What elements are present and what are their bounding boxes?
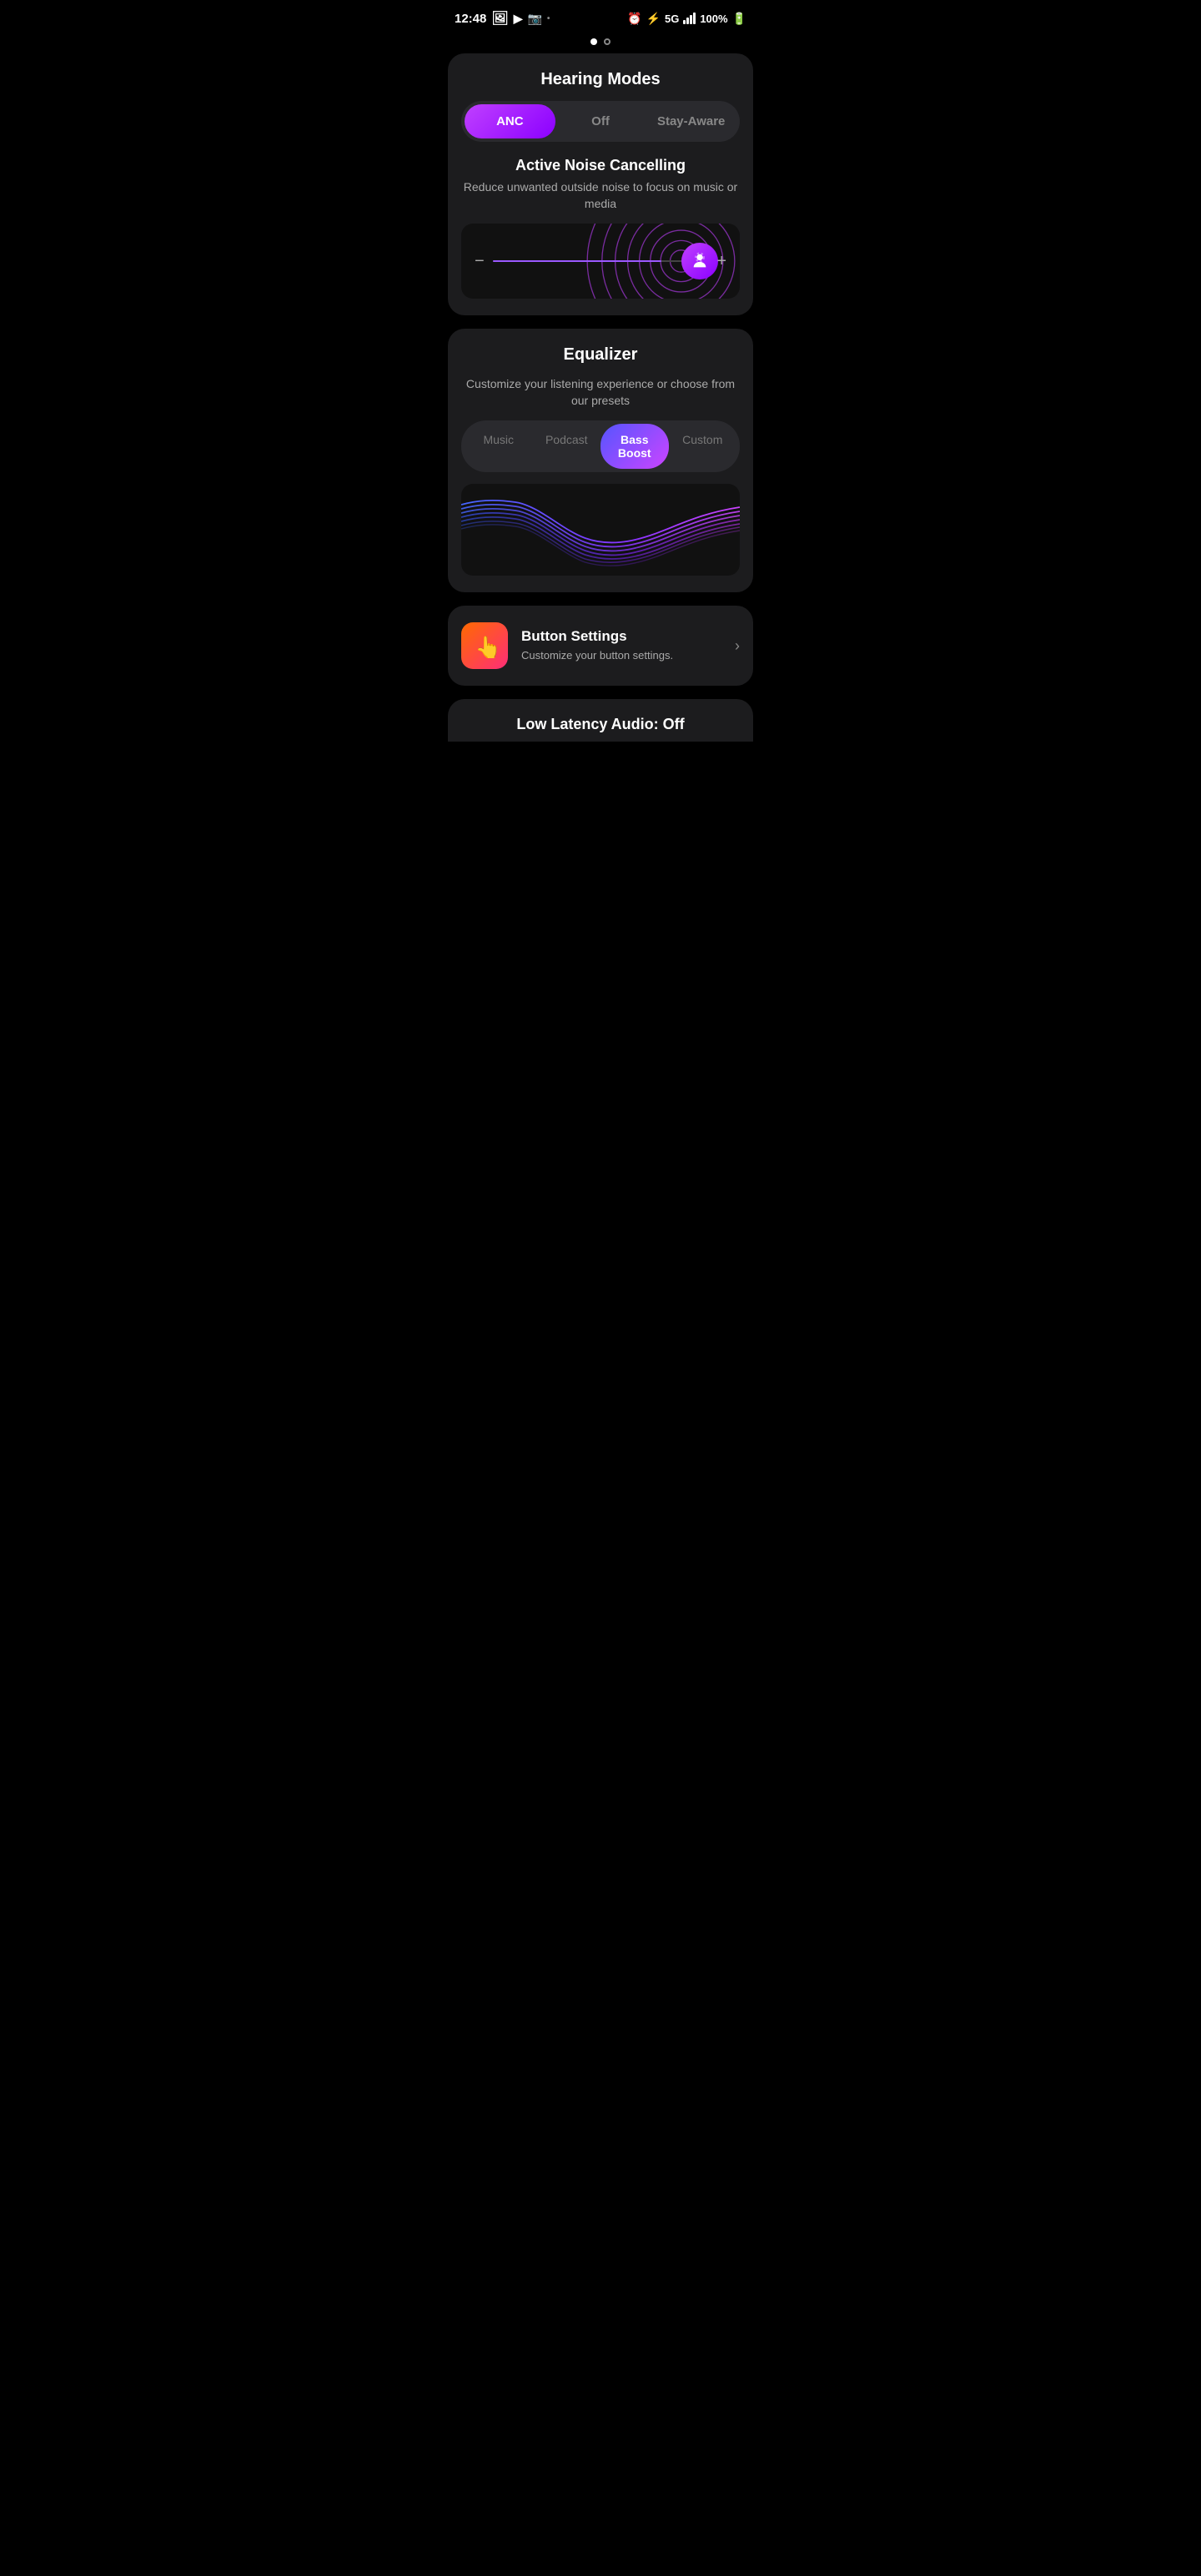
hearing-toggle: ANC Off Stay-Aware — [461, 101, 740, 142]
status-bar: 12:48 🖼 ▶ 📷 • ⏰ ⚡ 5G 100% 🔋 — [438, 0, 763, 33]
low-latency-card: Low Latency Audio: Off — [448, 699, 753, 742]
eq-waveform — [461, 484, 740, 576]
eq-visualizer — [461, 484, 740, 576]
status-right: ⏰ ⚡ 5G 100% 🔋 — [627, 12, 746, 26]
hearing-modes-card: Hearing Modes ANC Off Stay-Aware Active … — [448, 53, 753, 315]
battery-percent: 100% — [700, 13, 727, 25]
anc-plus[interactable]: + — [716, 252, 726, 271]
person-icon — [691, 252, 709, 270]
anc-option[interactable]: ANC — [465, 104, 555, 138]
button-settings-card[interactable]: 👆 Button Settings Customize your button … — [448, 606, 753, 686]
stay-aware-option[interactable]: Stay-Aware — [646, 104, 736, 138]
eq-tab-podcast[interactable]: Podcast — [533, 424, 601, 469]
equalizer-subtitle: Customize your listening experience or c… — [461, 376, 740, 409]
svg-text:👆: 👆 — [475, 635, 497, 658]
chevron-right-icon: › — [735, 637, 740, 655]
bluetooth-icon: ⚡ — [646, 12, 661, 26]
anc-track-fill — [493, 260, 661, 262]
hearing-modes-title: Hearing Modes — [461, 70, 740, 89]
status-left: 12:48 🖼 ▶ 📷 • — [455, 10, 550, 27]
anc-slider-container: − + — [461, 224, 740, 299]
dot-icon: • — [547, 14, 550, 23]
button-settings-icon: 👆 — [461, 622, 508, 669]
time: 12:48 — [455, 12, 486, 26]
anc-minus[interactable]: − — [475, 252, 485, 271]
eq-tab-bass-boost[interactable]: Bass Boost — [600, 424, 669, 469]
eq-tabs: Music Podcast Bass Boost Custom — [461, 420, 740, 472]
button-settings-text: Button Settings Customize your button se… — [521, 628, 721, 663]
hand-icon: 👆 — [472, 633, 497, 658]
page-dot-1[interactable] — [590, 38, 597, 45]
equalizer-title: Equalizer — [461, 345, 740, 365]
button-settings-title: Button Settings — [521, 628, 721, 645]
photo-icon: 🖼 — [491, 10, 508, 27]
instagram-icon: 📷 — [527, 12, 541, 26]
button-settings-desc: Customize your button settings. — [521, 648, 721, 663]
youtube-icon: ▶ — [514, 12, 523, 26]
signal-strength — [683, 13, 696, 24]
off-option[interactable]: Off — [555, 104, 646, 138]
equalizer-card: Equalizer Customize your listening exper… — [448, 329, 753, 592]
eq-tab-custom[interactable]: Custom — [669, 424, 737, 469]
anc-track[interactable] — [493, 260, 704, 262]
anc-section-desc: Reduce unwanted outside noise to focus o… — [461, 179, 740, 212]
5g-icon: 5G — [665, 13, 679, 25]
anc-section-title: Active Noise Cancelling — [461, 157, 740, 174]
battery-icon: 🔋 — [732, 12, 746, 26]
anc-thumb[interactable] — [681, 243, 718, 279]
low-latency-title: Low Latency Audio: Off — [461, 716, 740, 733]
page-dot-2[interactable] — [604, 38, 611, 45]
page-indicators — [438, 33, 763, 53]
alarm-icon: ⏰ — [627, 12, 641, 26]
eq-tab-music[interactable]: Music — [465, 424, 533, 469]
